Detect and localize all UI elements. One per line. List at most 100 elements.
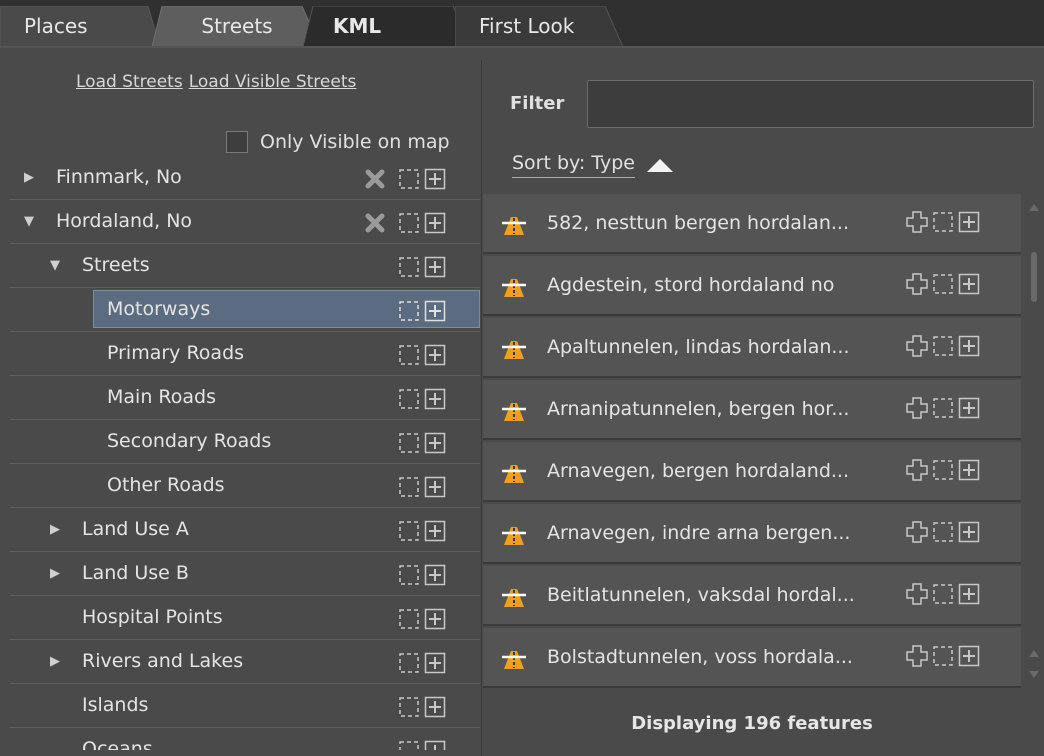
sort-ascending-icon[interactable] [645,157,675,173]
dashed-select-icon[interactable] [398,740,420,750]
expand-arrow-icon[interactable]: ▶ [50,654,60,669]
dashed-select-icon[interactable] [931,272,955,296]
cross-outline-icon[interactable] [905,396,929,420]
dashed-select-icon[interactable] [398,608,420,630]
tree-row-primary-roads[interactable]: Primary Roads [10,332,480,376]
tab-streets[interactable]: Streets [152,6,322,47]
plus-box-icon[interactable] [424,740,446,750]
tree-row-islands[interactable]: Islands [10,684,480,728]
tree-row-hospital-points[interactable]: Hospital Points [10,596,480,640]
filter-input[interactable] [587,80,1034,128]
cross-outline-icon[interactable] [905,272,929,296]
dashed-select-icon[interactable] [398,256,420,278]
sort-by-control[interactable]: Sort by: Type [512,152,675,178]
only-visible-checkbox[interactable] [226,131,248,153]
plus-box-icon[interactable] [424,520,446,542]
plus-box-icon[interactable] [424,564,446,586]
feature-list-item[interactable]: Apaltunnelen, lindas hordalan... [483,318,1021,378]
tree-row-main-roads[interactable]: Main Roads [10,376,480,420]
tab-first-look[interactable]: First Look [455,6,625,47]
dashed-select-icon[interactable] [398,652,420,674]
tree-row-land-use-a[interactable]: ▶ Land Use A [10,508,480,552]
dashed-select-icon[interactable] [931,396,955,420]
dashed-select-icon[interactable] [398,388,420,410]
dashed-select-icon[interactable] [398,564,420,586]
dashed-select-icon[interactable] [398,432,420,454]
plus-box-icon[interactable] [424,344,446,366]
load-visible-streets-link[interactable]: Load Visible Streets [189,72,357,92]
plus-box-icon[interactable] [424,168,446,190]
plus-box-icon[interactable] [424,476,446,498]
cross-outline-icon[interactable] [905,334,929,358]
tree-row-hordaland[interactable]: ▼ Hordaland, No [10,200,480,244]
feature-list-item[interactable]: Agdestein, stord hordaland no [483,256,1021,316]
cross-outline-icon[interactable] [905,520,929,544]
tab-places[interactable]: Places [0,6,160,47]
scroll-up-icon[interactable] [1028,202,1040,212]
plus-box-icon[interactable] [424,608,446,630]
cross-outline-icon[interactable] [905,458,929,482]
plus-box-icon[interactable] [957,210,981,234]
tree-row-secondary-roads[interactable]: Secondary Roads [10,420,480,464]
feature-list-item[interactable]: Bolstadtunnelen, voss hordala... [483,628,1021,688]
dashed-select-icon[interactable] [398,520,420,542]
plus-box-icon[interactable] [424,696,446,718]
scroll-up-icon[interactable] [1028,648,1040,658]
plus-box-icon[interactable] [957,520,981,544]
feature-list-item[interactable]: Arnavegen, indre arna bergen... [483,504,1021,564]
plus-box-icon[interactable] [957,272,981,296]
only-visible-toggle[interactable]: Only Visible on map [226,130,450,154]
scrollbar-thumb[interactable] [1031,252,1037,302]
plus-box-icon[interactable] [957,644,981,668]
plus-box-icon[interactable] [424,212,446,234]
x-icon[interactable] [364,212,386,234]
dashed-select-icon[interactable] [931,334,955,358]
dashed-select-icon[interactable] [931,520,955,544]
tree-row-other-roads[interactable]: Other Roads [10,464,480,508]
scroll-down-icon[interactable] [1028,670,1040,680]
dashed-select-icon[interactable] [398,168,420,190]
dashed-select-icon[interactable] [398,212,420,234]
dashed-select-icon[interactable] [398,300,420,322]
plus-box-icon[interactable] [424,388,446,410]
plus-box-icon[interactable] [957,396,981,420]
dashed-select-icon[interactable] [931,582,955,606]
tree-row-streets[interactable]: ▼ Streets [10,244,480,288]
expand-arrow-icon[interactable]: ▶ [24,170,34,185]
dashed-select-icon[interactable] [931,210,955,234]
tree-row-motorways[interactable]: Motorways [10,288,480,332]
tree-row-oceans[interactable]: Oceans [10,728,480,750]
dashed-select-icon[interactable] [931,458,955,482]
plus-box-icon[interactable] [424,432,446,454]
expand-arrow-icon[interactable]: ▶ [50,522,60,537]
tab-kml[interactable]: KML [303,6,473,47]
plus-box-icon[interactable] [424,256,446,278]
cross-outline-icon[interactable] [905,210,929,234]
load-streets-link[interactable]: Load Streets [76,72,183,92]
plus-box-icon[interactable] [424,300,446,322]
collapse-arrow-icon[interactable]: ▼ [50,258,60,273]
x-icon[interactable] [364,168,386,190]
tree-row-rivers-and-lakes[interactable]: ▶ Rivers and Lakes [10,640,480,684]
tree-row-land-use-b[interactable]: ▶ Land Use B [10,552,480,596]
feature-list-item[interactable]: Beitlatunnelen, vaksdal hordal... [483,566,1021,626]
feature-list-item[interactable]: Arnavegen, bergen hordaland... [483,442,1021,502]
cross-outline-icon[interactable] [905,582,929,606]
plus-box-icon[interactable] [957,582,981,606]
cross-outline-icon[interactable] [905,644,929,668]
dashed-select-icon[interactable] [398,344,420,366]
expand-arrow-icon[interactable]: ▶ [50,566,60,581]
tree-row-finnmark[interactable]: ▶ Finnmark, No [10,156,480,200]
dashed-select-icon[interactable] [931,644,955,668]
plus-box-icon[interactable] [957,334,981,358]
feature-list-item-label: Arnanipatunnelen, bergen hor... [547,398,850,420]
feature-list-item[interactable]: 582, nesttun bergen hordalan... [483,194,1021,254]
scrollbar[interactable] [1024,200,1044,690]
feature-list-item[interactable]: Arnanipatunnelen, bergen hor... [483,380,1021,440]
dashed-select-icon[interactable] [398,696,420,718]
dashed-select-icon[interactable] [398,476,420,498]
plus-box-icon[interactable] [424,652,446,674]
collapse-arrow-icon[interactable]: ▼ [24,214,34,229]
plus-box-icon[interactable] [957,458,981,482]
panel-divider[interactable] [481,60,482,756]
